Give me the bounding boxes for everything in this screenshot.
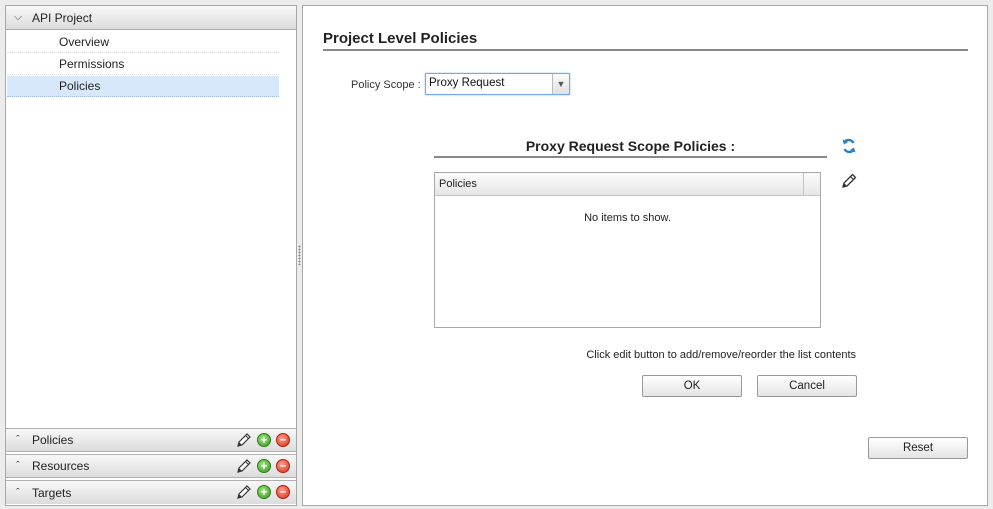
- chevron-up-icon[interactable]: ˆ: [12, 434, 24, 446]
- chevron-down-icon[interactable]: ⌵: [12, 11, 24, 24]
- refresh-icon[interactable]: [840, 137, 858, 155]
- remove-icon[interactable]: –: [276, 459, 290, 473]
- section-policies-label: Policies: [32, 433, 74, 447]
- chevron-up-icon[interactable]: ˆ: [12, 460, 24, 472]
- ok-button[interactable]: OK: [642, 375, 742, 397]
- chevron-up-icon[interactable]: ˆ: [12, 487, 24, 499]
- tree-item-overview[interactable]: Overview: [7, 32, 279, 53]
- empty-list-message: No items to show.: [584, 212, 671, 224]
- project-navigator-panel: ⌵ API Project Overview Permissions Polic…: [5, 5, 297, 506]
- grid-scrollbar-header: [803, 173, 820, 195]
- tree-item-label: Overview: [59, 35, 110, 49]
- policy-scope-select[interactable]: Proxy Request ▼: [425, 73, 570, 95]
- scope-policies-title: Proxy Request Scope Policies :: [525, 138, 736, 154]
- reset-button[interactable]: Reset: [868, 437, 968, 459]
- pencil-icon[interactable]: [236, 432, 252, 448]
- pencil-icon[interactable]: [840, 172, 858, 190]
- add-icon[interactable]: +: [257, 485, 271, 499]
- section-policies-header[interactable]: ˆ Policies + –: [6, 428, 296, 452]
- section-resources-header[interactable]: ˆ Resources + –: [6, 454, 296, 478]
- title-divider: [323, 49, 968, 51]
- policies-editor-panel: Project Level Policies Policy Scope : Pr…: [302, 5, 988, 506]
- add-icon[interactable]: +: [257, 459, 271, 473]
- policies-list-grid[interactable]: Policies No items to show.: [434, 172, 821, 328]
- section-resources-label: Resources: [32, 459, 90, 473]
- add-icon[interactable]: +: [257, 433, 271, 447]
- pencil-icon[interactable]: [236, 484, 252, 500]
- column-header-policies[interactable]: Policies: [439, 178, 477, 190]
- section-targets-label: Targets: [32, 485, 72, 500]
- policy-scope-label: Policy Scope :: [351, 79, 421, 91]
- tree-item-label: Policies: [59, 79, 101, 93]
- project-title: API Project: [32, 10, 93, 25]
- tree-item-policies[interactable]: Policies: [7, 76, 279, 97]
- chevron-down-icon[interactable]: ▼: [552, 74, 569, 94]
- scope-policies-divider: [434, 156, 827, 158]
- remove-icon[interactable]: –: [276, 433, 290, 447]
- cancel-button[interactable]: Cancel: [757, 375, 857, 397]
- remove-icon[interactable]: –: [276, 485, 290, 499]
- tree-item-label: Permissions: [59, 57, 125, 71]
- pencil-icon[interactable]: [236, 458, 252, 474]
- page-title: Project Level Policies: [323, 30, 478, 47]
- panel-splitter-handle[interactable]: [298, 245, 301, 265]
- grid-header: Policies: [435, 173, 820, 196]
- project-header[interactable]: ⌵ API Project: [6, 6, 296, 30]
- edit-hint-text: Click edit button to add/remove/reorder …: [586, 349, 856, 361]
- tree-item-permissions[interactable]: Permissions: [7, 54, 279, 75]
- policy-scope-value: Proxy Request: [429, 77, 505, 89]
- section-targets-header[interactable]: ˆ Targets + –: [6, 480, 296, 504]
